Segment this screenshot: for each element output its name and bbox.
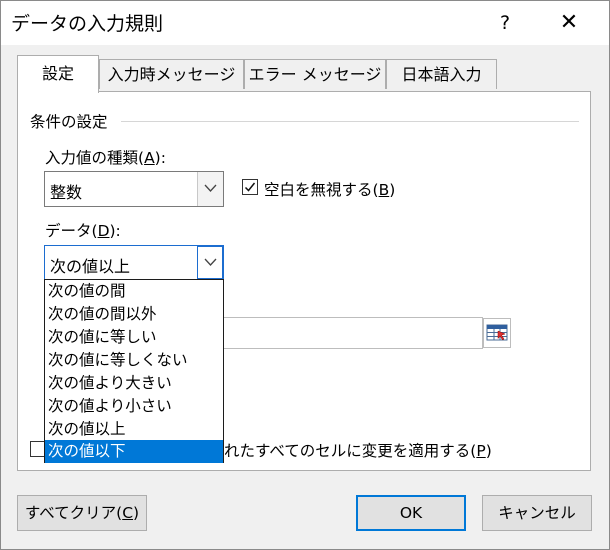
data-operator-dropdown-button[interactable]	[197, 246, 223, 279]
tab-settings-label: 設定	[41, 64, 74, 83]
data-operator-select[interactable]: 次の値以上	[44, 245, 224, 280]
apply-to-all-accesskey: P	[476, 442, 486, 460]
tab-error-alert-label: エラー メッセージ	[248, 65, 382, 84]
range-select-button[interactable]	[483, 318, 511, 348]
apply-to-all-text: れたすべてのセルに変更を適用する(	[224, 442, 477, 460]
tab-input-message-label: 入力時メッセージ	[107, 65, 236, 84]
allow-label: 入力値の種類(A):	[45, 146, 166, 168]
dropdown-option-greater-than[interactable]: 次の値より大きい	[45, 372, 223, 395]
title-bar: データの入力規則 ? ✕	[1, 1, 609, 45]
tab-settings[interactable]: 設定	[17, 55, 99, 93]
allow-label-suffix: ):	[154, 149, 166, 167]
section-divider	[121, 121, 579, 122]
dialog-title: データの入力規則	[11, 13, 164, 35]
allow-label-accesskey: A	[144, 149, 155, 167]
clear-all-text: すべてクリア(	[24, 504, 123, 522]
cancel-button[interactable]: キャンセル	[482, 495, 592, 531]
tab-error-alert[interactable]: エラー メッセージ	[244, 59, 386, 89]
allow-dropdown-button[interactable]	[197, 172, 223, 206]
close-button[interactable]: ✕	[554, 8, 584, 38]
data-label-suffix: ):	[109, 222, 121, 240]
validation-criteria-heading: 条件の設定	[30, 110, 114, 132]
chevron-down-icon	[204, 184, 217, 192]
dropdown-option-between[interactable]: 次の値の間	[45, 280, 223, 303]
ignore-blank-text: 空白を無視する(	[264, 181, 379, 199]
clear-all-suffix: )	[133, 504, 140, 522]
tab-ime-mode[interactable]: 日本語入力	[386, 59, 497, 89]
data-label-accesskey: D	[97, 222, 110, 240]
tab-ime-mode-label: 日本語入力	[401, 65, 482, 84]
ignore-blank-suffix: )	[389, 181, 396, 199]
allow-select[interactable]: 整数	[44, 171, 224, 207]
help-button[interactable]: ?	[493, 8, 517, 38]
data-operator-value: 次の値以上	[50, 257, 131, 276]
range-selector-icon	[486, 324, 508, 341]
data-operator-dropdown-list: 次の値の間 次の値の間以外 次の値に等しい 次の値に等しくない 次の値より大きい…	[44, 279, 224, 463]
clear-all-button[interactable]: すべてクリア(C)	[17, 495, 147, 531]
data-label: データ(D):	[45, 219, 121, 241]
allow-select-value: 整数	[50, 183, 83, 202]
dropdown-option-equal[interactable]: 次の値に等しい	[45, 326, 223, 349]
dropdown-option-less-or-equal[interactable]: 次の値以下	[45, 440, 223, 463]
apply-to-all-suffix: )	[485, 442, 492, 460]
data-validation-dialog: データの入力規則 ? ✕ 設定 入力時メッセージ エラー メッセージ 日本語入力…	[0, 0, 610, 550]
dropdown-option-not-between[interactable]: 次の値の間以外	[45, 303, 223, 326]
data-label-text: データ(	[45, 222, 98, 240]
ignore-blank-checkbox[interactable]	[242, 179, 258, 195]
tab-input-message[interactable]: 入力時メッセージ	[99, 59, 244, 89]
dropdown-option-greater-or-equal[interactable]: 次の値以上	[45, 418, 223, 441]
checkmark-icon	[244, 182, 256, 192]
dropdown-option-not-equal[interactable]: 次の値に等しくない	[45, 349, 223, 372]
ok-button[interactable]: OK	[356, 495, 466, 531]
apply-to-all-label[interactable]: れたすべてのセルに変更を適用する(P)	[224, 439, 492, 461]
clear-all-accesskey: C	[122, 504, 134, 522]
chevron-down-icon	[204, 258, 217, 266]
ignore-blank-label[interactable]: 空白を無視する(B)	[264, 178, 395, 200]
allow-label-text: 入力値の種類(	[45, 149, 145, 167]
ignore-blank-accesskey: B	[378, 181, 390, 199]
dropdown-option-less-than[interactable]: 次の値より小さい	[45, 395, 223, 418]
